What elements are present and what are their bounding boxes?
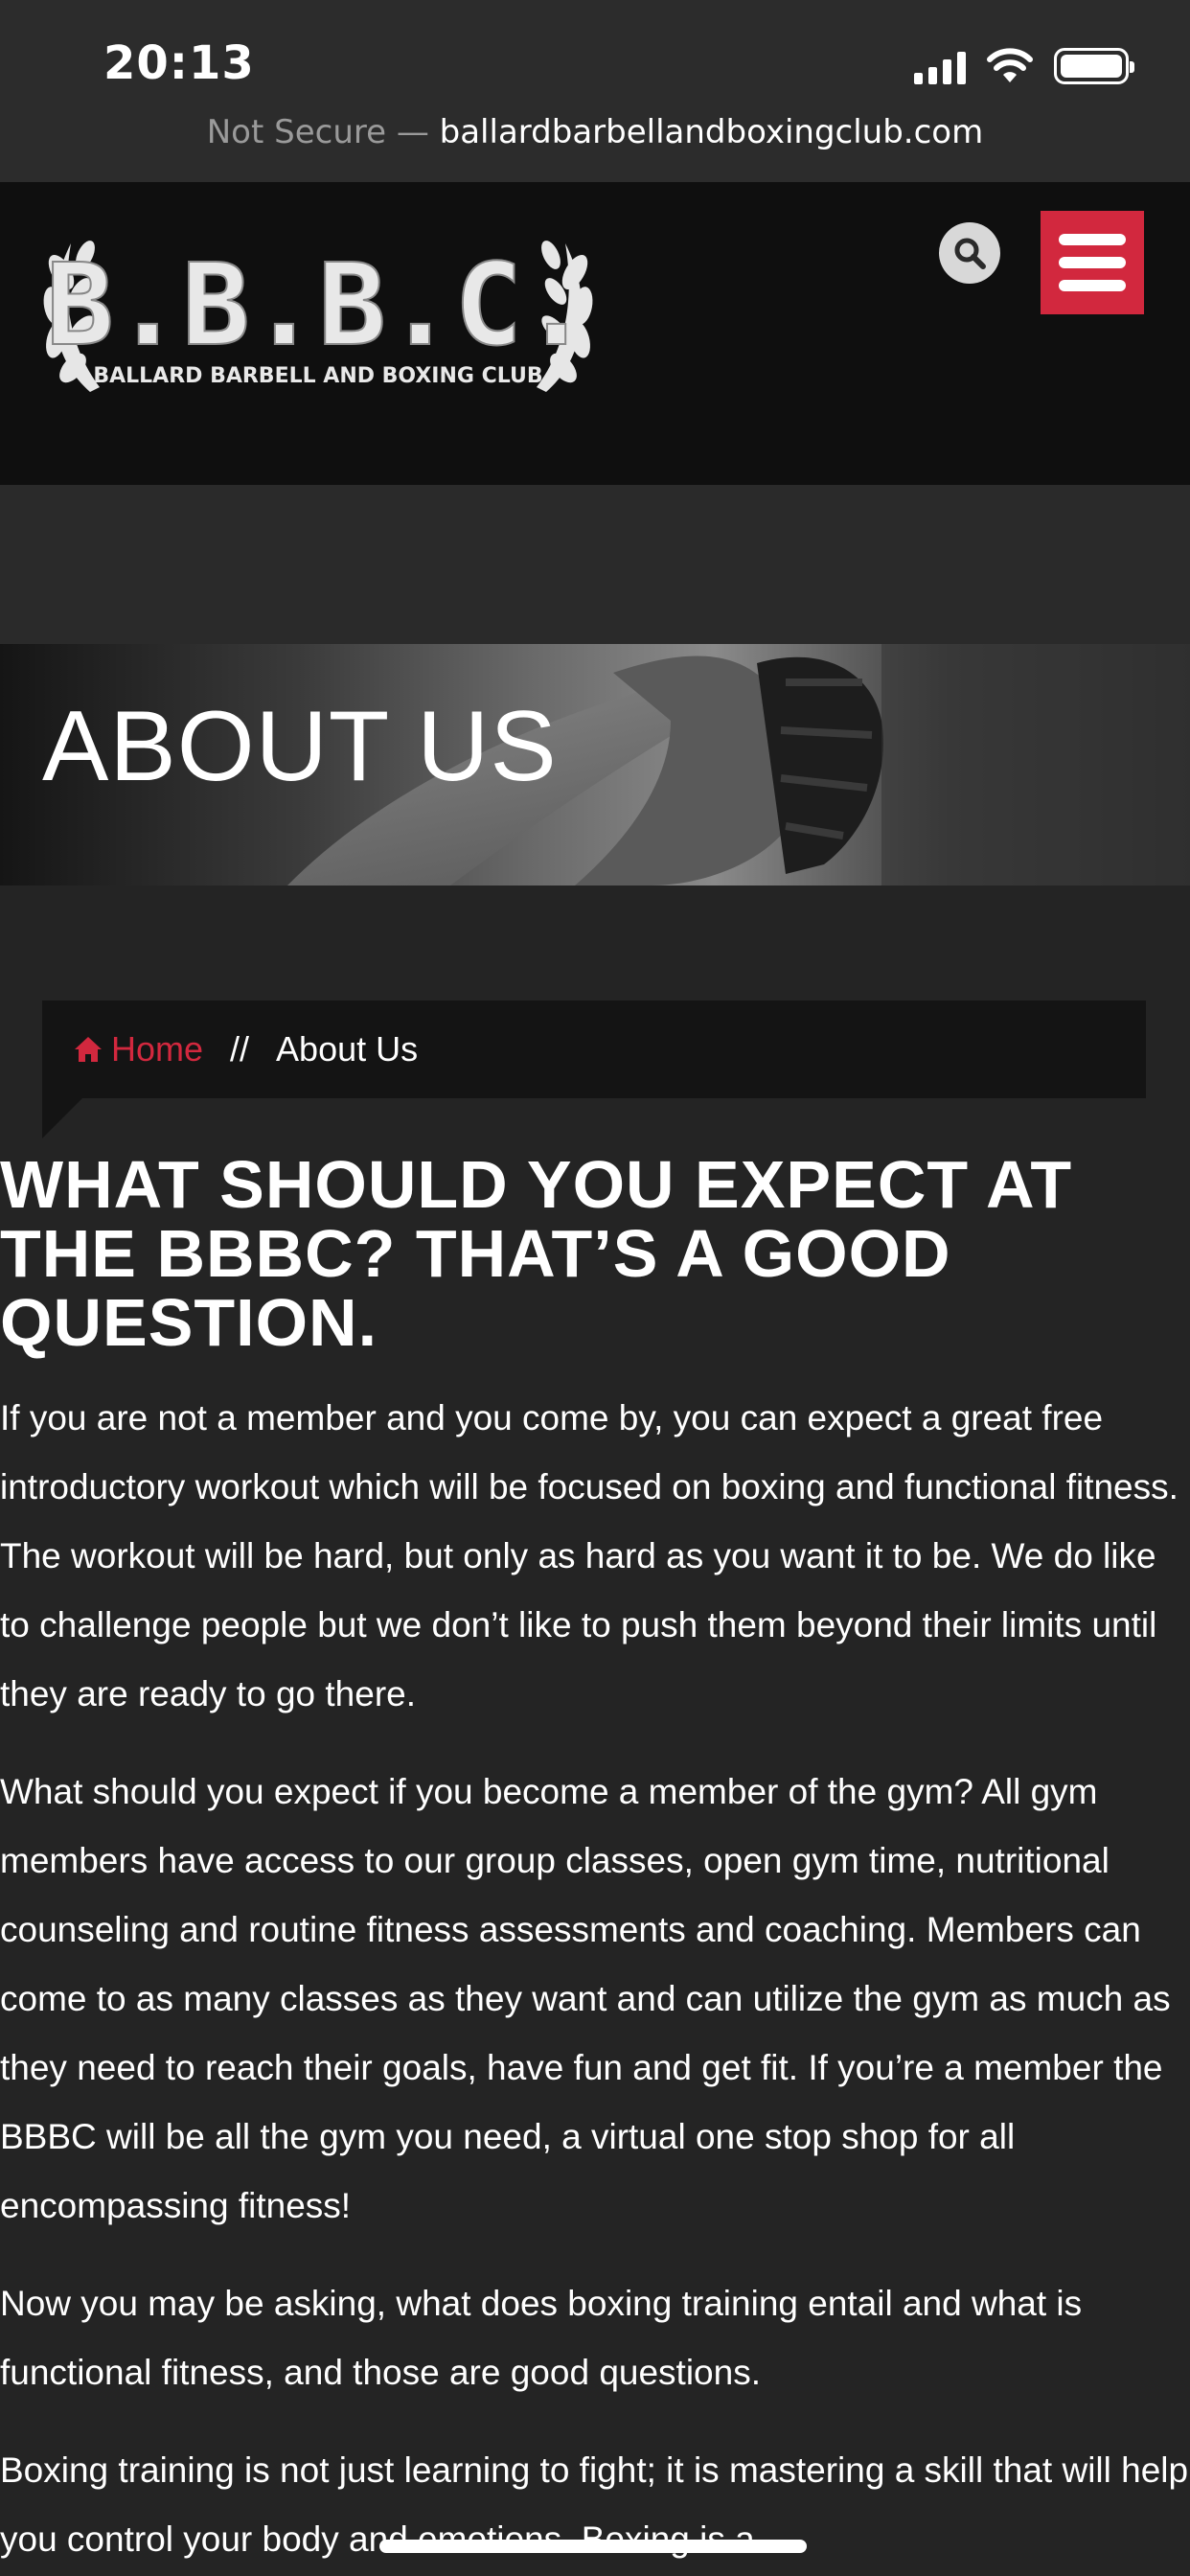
home-icon [75, 1037, 102, 1062]
main-content: WHAT SHOULD YOU EXPECT AT THE BBBC? THAT… [0, 1150, 1190, 2576]
breadcrumb-current: About Us [276, 1029, 419, 1069]
hamburger-menu-icon [1059, 234, 1126, 245]
breadcrumb-home-label: Home [111, 1029, 204, 1069]
paragraph: Now you may be asking, what does boxing … [0, 2284, 1083, 2392]
battery-icon [1054, 48, 1134, 84]
search-button[interactable] [939, 222, 1000, 284]
status-bar: 20:13 Not Secure — ballardbarbellandboxi… [0, 0, 1190, 182]
status-icons [914, 46, 1134, 84]
address-bar[interactable]: Not Secure — ballardbarbellandboxingclub… [0, 113, 1190, 151]
cellular-signal-icon [914, 50, 966, 84]
breadcrumb-tail [42, 1098, 82, 1138]
status-time: 20:13 [103, 36, 255, 90]
security-label: Not Secure — [206, 113, 440, 151]
page-title: ABOUT US [42, 691, 558, 802]
paragraph: If you are not a member and you come by,… [0, 1398, 1179, 1714]
header-spacer [0, 485, 1190, 644]
wifi-icon [987, 48, 1033, 82]
site-header: B.B.B.C. BALLARD BARBELL AND BOXING CLUB [0, 182, 1190, 485]
breadcrumb: Home // About Us [42, 1000, 1146, 1098]
breadcrumb-separator: // [230, 1029, 250, 1069]
svg-text:BALLARD BARBELL AND BOXING CLU: BALLARD BARBELL AND BOXING CLUB [93, 364, 542, 388]
paragraph: What should you expect if you become a m… [0, 1772, 1171, 2225]
home-indicator[interactable] [379, 2540, 807, 2553]
search-icon [954, 238, 986, 269]
svg-text:B.B.B.C.: B.B.B.C. [46, 239, 590, 371]
breadcrumb-home-link[interactable]: Home [73, 1029, 203, 1070]
hero-banner: ABOUT US [0, 644, 1190, 886]
menu-button[interactable] [1041, 211, 1144, 314]
url-domain: ballardbarbellandboxingclub.com [439, 113, 984, 151]
section-heading: WHAT SHOULD YOU EXPECT AT THE BBBC? THAT… [0, 1147, 1073, 1360]
paragraph: Boxing training is not just learning to … [0, 2450, 1189, 2559]
bbbc-logo[interactable]: B.B.B.C. BALLARD BARBELL AND BOXING CLUB [33, 215, 604, 406]
